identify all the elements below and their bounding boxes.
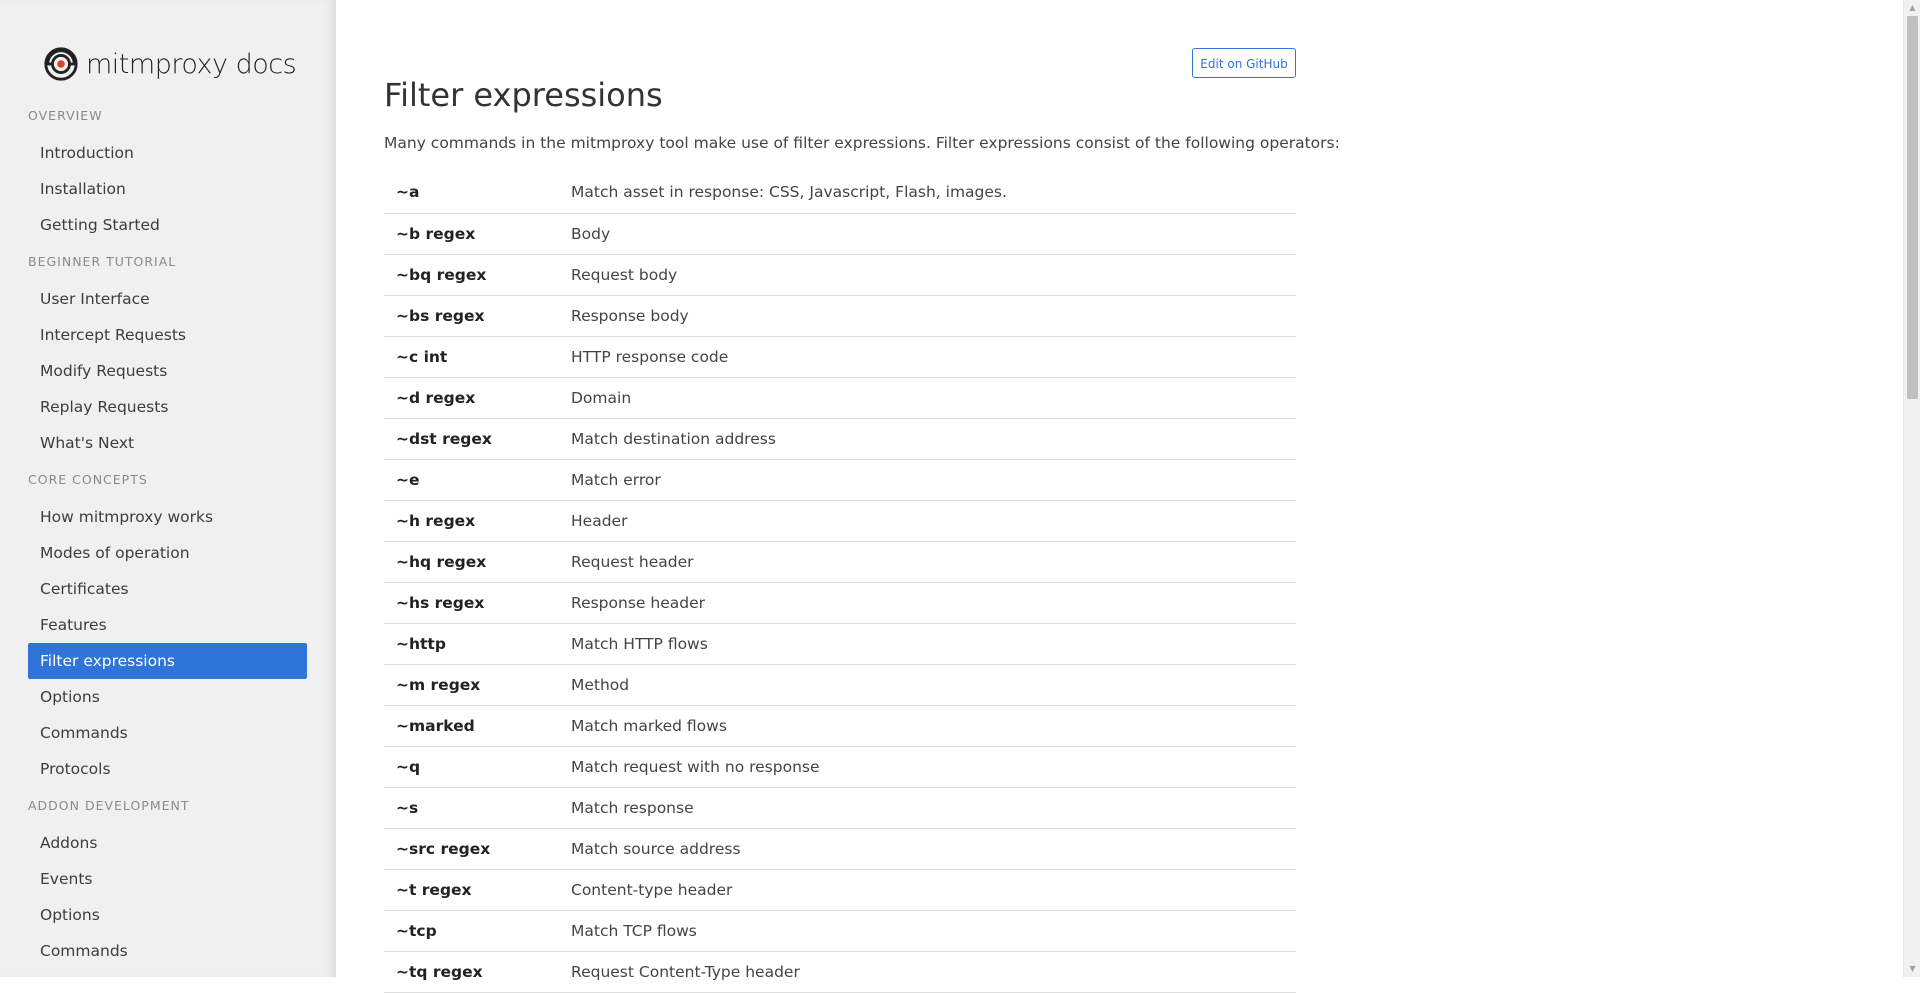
description-cell: Request body [559,254,1296,296]
operator-cell: ~marked [384,705,559,747]
table-row: ~q Match request with no response [384,746,1296,788]
table-row: ~h regex Header [384,500,1296,542]
sidebar-item-addons[interactable]: Addons [28,825,307,861]
table-row: ~dst regex Match destination address [384,418,1296,460]
operator-cell: ~m regex [384,664,559,706]
edit-on-github-button[interactable]: Edit on GitHub [1192,48,1296,78]
nav-section-heading: Beginner Tutorial [28,254,177,269]
table-row: ~bq regex Request body [384,254,1296,296]
sidebar-item-replay-requests[interactable]: Replay Requests [28,389,307,425]
table-row: ~tq regex Request Content-Type header [384,951,1296,993]
mitmproxy-logo-icon [44,47,78,81]
sidebar-item-certificates[interactable]: Certificates [28,571,307,607]
description-cell: Method [559,664,1296,706]
sidebar-nav: Overview Introduction Installation Getting … [28,104,307,969]
table-row: ~http Match HTTP flows [384,623,1296,665]
nav-section-heading: Addon Development [28,798,190,813]
operator-cell: ~a [384,172,559,214]
operator-cell: ~src regex [384,828,559,870]
description-cell: Match request with no response [559,746,1296,788]
operator-cell: ~b regex [384,213,559,255]
description-cell: Request header [559,541,1296,583]
operator-cell: ~bs regex [384,295,559,337]
description-cell: Body [559,213,1296,255]
sidebar-item-user-interface[interactable]: User Interface [28,281,307,317]
sidebar-item-events[interactable]: Events [28,861,307,897]
intro-paragraph: Many commands in the mitmproxy tool make… [384,134,1340,152]
sidebar-item-options[interactable]: Options [28,897,307,933]
sidebar-item-commands[interactable]: Commands [28,933,307,969]
table-row: ~hq regex Request header [384,541,1296,583]
operator-cell: ~tq regex [384,951,559,993]
table-row: ~hs regex Response header [384,582,1296,624]
sidebar: mitmproxy docs Overview Introduction Insta… [0,0,336,977]
operator-cell: ~hs regex [384,582,559,624]
table-row: ~b regex Body [384,213,1296,255]
site-logo[interactable]: mitmproxy docs [42,44,297,84]
operator-cell: ~s [384,787,559,829]
description-cell: Match source address [559,828,1296,870]
sidebar-item-commands[interactable]: Commands [28,715,307,751]
filter-operators-table: ~a Match asset in response: CSS, Javascri… [384,172,1296,993]
sidebar-item-filter-expressions[interactable]: Filter expressions [28,643,307,679]
table-row: ~src regex Match source address [384,828,1296,870]
table-row: ~t regex Content-type header [384,869,1296,911]
sidebar-item-modify-requests[interactable]: Modify Requests [28,353,307,389]
vertical-scrollbar[interactable]: ▲ ▼ [1903,0,1920,977]
sidebar-item-intercept-requests[interactable]: Intercept Requests [28,317,307,353]
nav-section-heading: Core Concepts [28,472,148,487]
sidebar-item-protocols[interactable]: Protocols [28,751,307,787]
table-row: ~bs regex Response body [384,295,1296,337]
operator-cell: ~dst regex [384,418,559,460]
table-row: ~a Match asset in response: CSS, Javascri… [384,172,1296,214]
description-cell: Header [559,500,1296,542]
operator-cell: ~http [384,623,559,665]
sidebar-item-how-mitmproxy-works[interactable]: How mitmproxy works [28,499,307,535]
logo-text: mitmproxy docs [86,48,297,80]
scroll-down-arrow-icon[interactable]: ▼ [1904,961,1920,977]
sidebar-item-what-s-next[interactable]: What's Next [28,425,307,461]
sidebar-item-options[interactable]: Options [28,679,307,715]
operator-cell: ~tcp [384,910,559,952]
description-cell: Content-type header [559,869,1296,911]
operator-cell: ~e [384,459,559,501]
operator-cell: ~q [384,746,559,788]
sidebar-item-installation[interactable]: Installation [28,171,307,207]
operator-cell: ~bq regex [384,254,559,296]
scroll-up-arrow-icon[interactable]: ▲ [1904,0,1920,16]
operator-cell: ~h regex [384,500,559,542]
page-title: Filter expressions [384,76,663,114]
operator-cell: ~t regex [384,869,559,911]
table-row: ~d regex Domain [384,377,1296,419]
table-row: ~m regex Method [384,664,1296,706]
sidebar-item-modes-of-operation[interactable]: Modes of operation [28,535,307,571]
description-cell: Response header [559,582,1296,624]
description-cell: Match destination address [559,418,1296,460]
table-row: ~tcp Match TCP flows [384,910,1296,952]
table-row: ~e Match error [384,459,1296,501]
description-cell: Match response [559,787,1296,829]
description-cell: Match TCP flows [559,910,1296,952]
description-cell: Match error [559,459,1296,501]
description-cell: Match HTTP flows [559,623,1296,665]
sidebar-item-features[interactable]: Features [28,607,307,643]
description-cell: Match marked flows [559,705,1296,747]
scrollbar-thumb[interactable] [1907,16,1918,399]
table-row: ~c int HTTP response code [384,336,1296,378]
sidebar-item-getting-started[interactable]: Getting Started [28,207,307,243]
table-row: ~marked Match marked flows [384,705,1296,747]
description-cell: Response body [559,295,1296,337]
operator-cell: ~c int [384,336,559,378]
operator-cell: ~hq regex [384,541,559,583]
description-cell: HTTP response code [559,336,1296,378]
operator-cell: ~d regex [384,377,559,419]
sidebar-item-introduction[interactable]: Introduction [28,135,307,171]
description-cell: Domain [559,377,1296,419]
description-cell: Match asset in response: CSS, Javascript… [559,172,1296,214]
description-cell: Request Content-Type header [559,951,1296,993]
nav-section-heading: Overview [28,108,103,123]
table-row: ~s Match response [384,787,1296,829]
